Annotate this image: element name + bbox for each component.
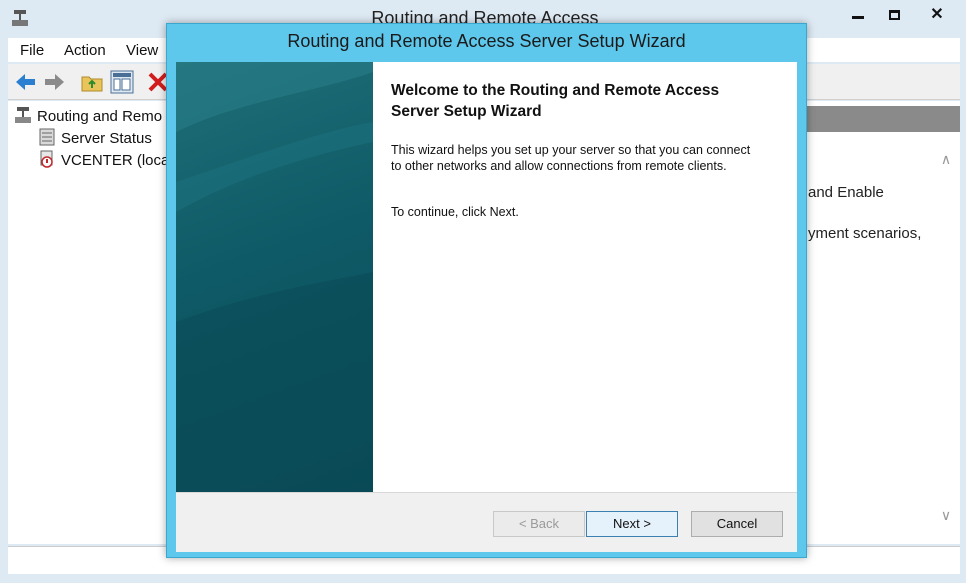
wizard-continue-text: To continue, click Next.: [391, 205, 519, 219]
menu-action[interactable]: Action: [64, 42, 106, 59]
close-button[interactable]: ✕: [914, 0, 960, 30]
server-icon: [15, 107, 31, 123]
minimize-button[interactable]: [840, 0, 876, 30]
app-icon: [12, 10, 28, 26]
wizard-title: Routing and Remote Access Server Setup W…: [287, 31, 686, 51]
tree-root[interactable]: Routing and Remo: [14, 106, 168, 128]
forward-arrow-icon[interactable]: [42, 70, 66, 94]
cancel-button[interactable]: Cancel: [691, 511, 783, 537]
close-icon: ✕: [930, 6, 944, 23]
back-button[interactable]: < Back: [493, 511, 585, 537]
wizard-body: Welcome to the Routing and Remote Access…: [176, 62, 797, 552]
menu-view[interactable]: View: [126, 42, 158, 59]
minimize-icon: [852, 16, 864, 20]
tree-root-label: Routing and Remo: [37, 108, 163, 125]
wizard-description: This wizard helps you set up your server…: [391, 143, 751, 173]
tree-item-vcenter[interactable]: VCENTER (loca: [38, 150, 168, 172]
wizard-side-panel: [176, 62, 373, 492]
scroll-up-icon[interactable]: ∧: [938, 151, 954, 167]
server-status-icon: [39, 128, 55, 146]
right-text-line-1: and Enable: [808, 184, 884, 201]
tree-pane: Routing and Remo Server Status VCENTER (…: [8, 101, 168, 544]
maximize-icon: [888, 9, 900, 20]
wizard-heading: Welcome to the Routing and Remote Access…: [391, 82, 720, 120]
back-arrow-icon[interactable]: [14, 70, 38, 94]
scroll-down-icon[interactable]: ∨: [938, 507, 954, 523]
maximize-button[interactable]: [876, 0, 912, 30]
actions-pane-header: [800, 106, 960, 132]
setup-wizard-dialog: Routing and Remote Access Server Setup W…: [166, 23, 807, 558]
show-hide-icon[interactable]: [110, 70, 134, 94]
menu-file[interactable]: File: [20, 42, 44, 59]
tree-item-vcenter-label: VCENTER (loca: [61, 152, 168, 169]
next-button[interactable]: Next >: [586, 511, 678, 537]
wizard-content: Welcome to the Routing and Remote Access…: [373, 62, 797, 492]
folder-up-icon[interactable]: [80, 70, 104, 94]
actions-pane: ∧ and Enable yment scenarios, ∨: [800, 101, 960, 544]
side-panel-graphic: [176, 62, 373, 492]
server-error-icon: [40, 150, 53, 168]
right-text-line-2: yment scenarios,: [808, 225, 922, 242]
tree-item-server-status[interactable]: Server Status: [38, 128, 168, 150]
wizard-button-bar: < Back Next > Cancel: [176, 492, 797, 552]
tree-item-server-status-label: Server Status: [61, 130, 152, 147]
